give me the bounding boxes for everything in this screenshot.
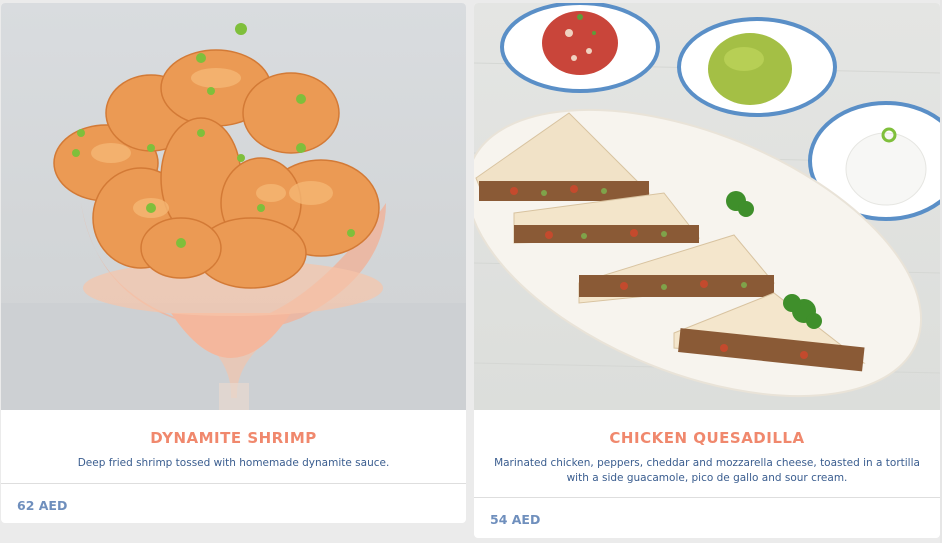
menu-card-chicken-quesadilla[interactable]: CHICKEN QUESADILLA Marinated chicken, pe… bbox=[474, 3, 940, 538]
shrimp-cocktail-icon bbox=[1, 23, 466, 410]
card-divider bbox=[474, 497, 940, 498]
dish-description: Marinated chicken, peppers, cheddar and … bbox=[494, 457, 920, 484]
dish-title[interactable]: DYNAMITE SHRIMP bbox=[17, 428, 450, 448]
menu-card-dynamite-shrimp[interactable]: DYNAMITE SHRIMP Deep fried shrimp tossed… bbox=[1, 3, 466, 523]
shrimp-photo[interactable] bbox=[1, 3, 466, 410]
dish-title[interactable]: CHICKEN QUESADILLA bbox=[490, 428, 924, 448]
dish-price: 62 AED bbox=[17, 498, 68, 513]
quesadilla-photo[interactable] bbox=[474, 3, 940, 410]
card-divider bbox=[1, 483, 466, 484]
quesadilla-plate-icon bbox=[474, 3, 940, 398]
dish-description: Deep fried shrimp tossed with homemade d… bbox=[77, 457, 390, 469]
dish-price: 54 AED bbox=[490, 512, 541, 527]
menu-grid: DYNAMITE SHRIMP Deep fried shrimp tossed… bbox=[0, 0, 942, 543]
